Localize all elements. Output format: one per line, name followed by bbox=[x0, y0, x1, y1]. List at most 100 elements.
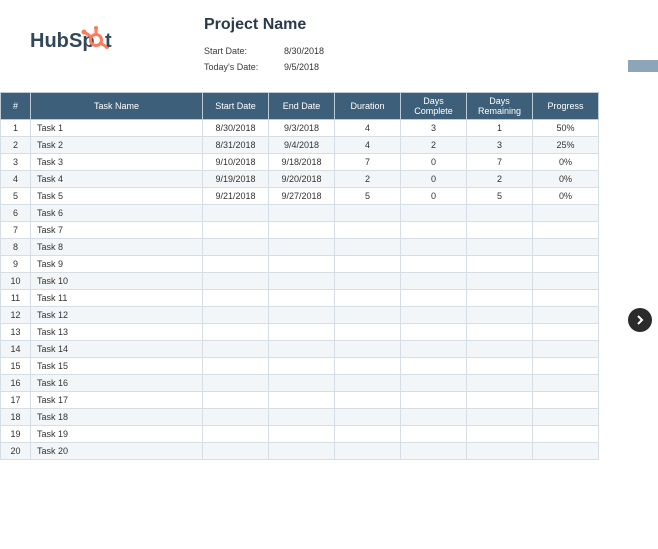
cell-start bbox=[203, 205, 269, 222]
table-row: 2Task 28/31/20189/4/201842325% bbox=[1, 137, 599, 154]
cell-end bbox=[269, 205, 335, 222]
cell-index: 10 bbox=[1, 273, 31, 290]
cell-days-complete: 0 bbox=[401, 171, 467, 188]
cell-days-complete: 2 bbox=[401, 137, 467, 154]
cell-progress: 25% bbox=[533, 137, 599, 154]
cell-duration bbox=[335, 256, 401, 273]
cell-start bbox=[203, 409, 269, 426]
cell-duration bbox=[335, 239, 401, 256]
cell-duration: 2 bbox=[335, 171, 401, 188]
cell-days-remaining bbox=[467, 290, 533, 307]
cell-duration bbox=[335, 222, 401, 239]
start-date-label: Start Date: bbox=[204, 46, 284, 56]
cell-end bbox=[269, 443, 335, 460]
cell-start bbox=[203, 375, 269, 392]
cell-duration bbox=[335, 290, 401, 307]
cell-index: 19 bbox=[1, 426, 31, 443]
today-date-value: 9/5/2018 bbox=[284, 62, 319, 72]
cell-index: 7 bbox=[1, 222, 31, 239]
cell-days-remaining bbox=[467, 307, 533, 324]
cell-task: Task 4 bbox=[31, 171, 203, 188]
cell-days-complete bbox=[401, 222, 467, 239]
cell-start bbox=[203, 426, 269, 443]
cell-end: 9/27/2018 bbox=[269, 188, 335, 205]
cell-start: 8/30/2018 bbox=[203, 120, 269, 137]
cell-days-remaining bbox=[467, 358, 533, 375]
cell-duration bbox=[335, 341, 401, 358]
hubspot-logo: Hub Sp t bbox=[30, 22, 140, 67]
cell-end bbox=[269, 307, 335, 324]
cell-task: Task 7 bbox=[31, 222, 203, 239]
cell-days-complete bbox=[401, 307, 467, 324]
cell-index: 6 bbox=[1, 205, 31, 222]
cell-index: 5 bbox=[1, 188, 31, 205]
cell-start: 9/21/2018 bbox=[203, 188, 269, 205]
table-row: 19Task 19 bbox=[1, 426, 599, 443]
cell-end bbox=[269, 409, 335, 426]
cell-task: Task 17 bbox=[31, 392, 203, 409]
cell-task: Task 15 bbox=[31, 358, 203, 375]
cell-start: 9/19/2018 bbox=[203, 171, 269, 188]
cell-task: Task 1 bbox=[31, 120, 203, 137]
col-index: # bbox=[1, 93, 31, 120]
cell-days-remaining bbox=[467, 222, 533, 239]
cell-days-remaining bbox=[467, 239, 533, 256]
table-row: 3Task 39/10/20189/18/20187070% bbox=[1, 154, 599, 171]
cell-progress bbox=[533, 443, 599, 460]
cell-start bbox=[203, 307, 269, 324]
cell-index: 17 bbox=[1, 392, 31, 409]
cell-index: 14 bbox=[1, 341, 31, 358]
cell-progress: 0% bbox=[533, 171, 599, 188]
cell-progress bbox=[533, 222, 599, 239]
table-row: 14Task 14 bbox=[1, 341, 599, 358]
cell-duration bbox=[335, 443, 401, 460]
cell-index: 13 bbox=[1, 324, 31, 341]
table-row: 6Task 6 bbox=[1, 205, 599, 222]
cell-start bbox=[203, 341, 269, 358]
table-row: 16Task 16 bbox=[1, 375, 599, 392]
cell-days-complete bbox=[401, 358, 467, 375]
next-button[interactable] bbox=[628, 308, 652, 332]
task-table: # Task Name Start Date End Date Duration… bbox=[0, 92, 599, 460]
logo-text-t: t bbox=[105, 30, 112, 52]
cell-days-complete: 0 bbox=[401, 188, 467, 205]
cell-progress bbox=[533, 426, 599, 443]
cell-days-complete bbox=[401, 273, 467, 290]
cell-start bbox=[203, 443, 269, 460]
col-days-complete: Days Complete bbox=[401, 93, 467, 120]
cell-end bbox=[269, 222, 335, 239]
cell-index: 11 bbox=[1, 290, 31, 307]
col-days-remaining: Days Remaining bbox=[467, 93, 533, 120]
cell-task: Task 6 bbox=[31, 205, 203, 222]
col-start-date: Start Date bbox=[203, 93, 269, 120]
cell-start bbox=[203, 273, 269, 290]
cell-task: Task 20 bbox=[31, 443, 203, 460]
cell-end bbox=[269, 426, 335, 443]
cell-days-complete bbox=[401, 205, 467, 222]
cell-index: 3 bbox=[1, 154, 31, 171]
cell-end bbox=[269, 324, 335, 341]
cell-days-remaining bbox=[467, 392, 533, 409]
cell-progress bbox=[533, 290, 599, 307]
cell-index: 8 bbox=[1, 239, 31, 256]
cell-task: Task 19 bbox=[31, 426, 203, 443]
cell-end: 9/3/2018 bbox=[269, 120, 335, 137]
cell-days-complete: 0 bbox=[401, 154, 467, 171]
cell-progress: 0% bbox=[533, 154, 599, 171]
cell-end bbox=[269, 290, 335, 307]
cell-start bbox=[203, 256, 269, 273]
cell-end: 9/18/2018 bbox=[269, 154, 335, 171]
start-date-value: 8/30/2018 bbox=[284, 46, 324, 56]
table-row: 7Task 7 bbox=[1, 222, 599, 239]
table-row: 9Task 9 bbox=[1, 256, 599, 273]
cell-days-complete bbox=[401, 426, 467, 443]
cell-progress bbox=[533, 307, 599, 324]
col-duration: Duration bbox=[335, 93, 401, 120]
cell-task: Task 9 bbox=[31, 256, 203, 273]
cell-duration bbox=[335, 375, 401, 392]
table-row: 18Task 18 bbox=[1, 409, 599, 426]
table-row: 15Task 15 bbox=[1, 358, 599, 375]
cell-days-remaining: 2 bbox=[467, 171, 533, 188]
cell-task: Task 13 bbox=[31, 324, 203, 341]
cell-start: 8/31/2018 bbox=[203, 137, 269, 154]
